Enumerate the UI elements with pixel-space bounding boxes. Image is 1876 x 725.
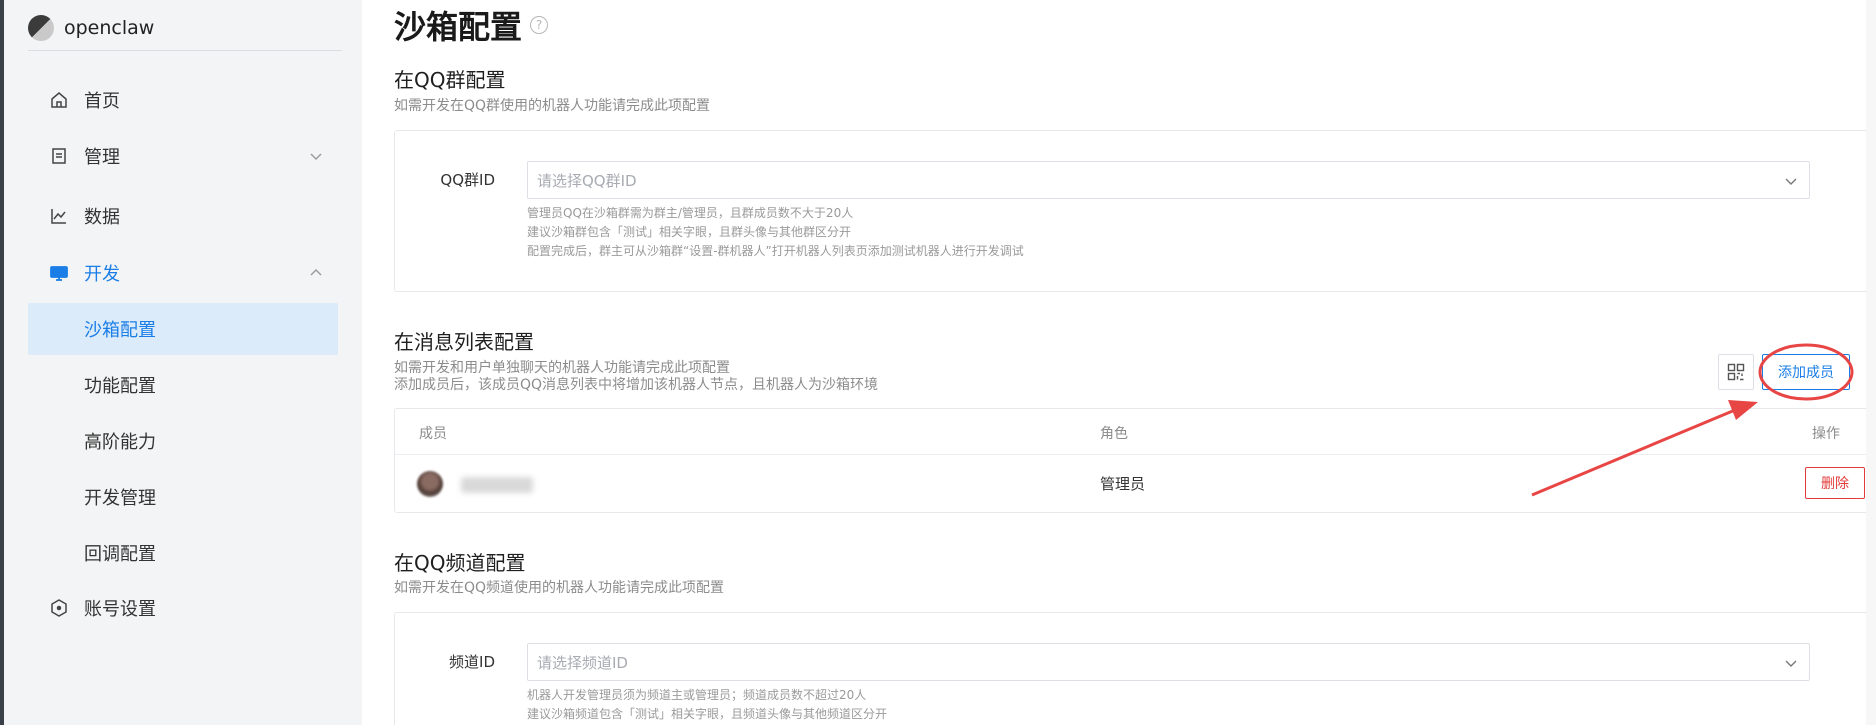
member-table: 成员 角色 操作 管理员 删除: [394, 408, 1876, 513]
sidebar-item-develop[interactable]: 开发: [28, 248, 338, 298]
table-header: 成员 角色 操作: [395, 409, 1876, 455]
chevron-down-icon: [1785, 178, 1797, 185]
group-hint-3: 配置完成后，群主可从沙箱群“设置-群机器人”打开机器人列表页添加测试机器人进行开…: [527, 244, 1024, 258]
sidebar-subitem-label: 回调配置: [84, 544, 156, 565]
sidebar-item-home[interactable]: 首页: [28, 75, 338, 125]
section-desc-message-2: 添加成员后，该成员QQ消息列表中将增加该机器人节点，且机器人为沙箱环境: [394, 377, 879, 393]
sidebar-item-label: 账号设置: [84, 599, 156, 620]
add-member-button[interactable]: 添加成员: [1762, 354, 1850, 390]
page-title: 沙箱配置 ?: [394, 2, 549, 48]
column-member: 成员: [419, 426, 447, 442]
column-role: 角色: [1100, 426, 1128, 442]
section-title-channel: 在QQ频道配置: [394, 551, 526, 575]
section-title-message: 在消息列表配置: [394, 330, 534, 354]
sidebar-subitem-advanced[interactable]: 高阶能力: [28, 415, 338, 467]
group-config-card: QQ群ID 请选择QQ群ID 管理员QQ在沙箱群需为群主/管理员，且群成员数不大…: [394, 130, 1876, 292]
sidebar-subitem-label: 高阶能力: [84, 432, 156, 453]
channel-hint-1: 机器人开发管理员须为频道主或管理员；频道成员数不超过20人: [527, 688, 867, 702]
brand[interactable]: openclaw: [28, 12, 154, 44]
avatar: [417, 471, 443, 497]
sidebar-item-label: 管理: [84, 147, 120, 168]
monitor-icon: [48, 262, 70, 284]
sidebar-item-label: 首页: [84, 91, 120, 112]
brand-name: openclaw: [64, 17, 155, 39]
sidebar-item-label: 数据: [84, 207, 120, 228]
main-content: 沙箱配置 ? 在QQ群配置 如需开发在QQ群使用的机器人功能请完成此项配置 QQ…: [362, 0, 1876, 725]
sidebar-subitem-label: 功能配置: [84, 376, 156, 397]
home-icon: [48, 89, 70, 111]
channel-id-label: 频道ID: [449, 653, 495, 671]
sidebar-subitem-label: 沙箱配置: [84, 320, 156, 341]
qr-code-icon: [1727, 363, 1745, 381]
channel-id-placeholder: 请选择频道ID: [537, 653, 628, 672]
channel-hint-2: 建议沙箱频道包含「测试」相关字眼，且频道头像与其他频道区分开: [527, 707, 888, 721]
help-icon[interactable]: ?: [530, 16, 549, 34]
channel-id-select[interactable]: 请选择频道ID: [527, 643, 1810, 681]
sidebar-subitem-label: 开发管理: [84, 488, 156, 509]
sidebar-subitem-callback[interactable]: 回调配置: [28, 527, 338, 579]
member-name-redacted: [461, 477, 533, 493]
section-desc-message-1: 如需开发和用户单独聊天的机器人功能请完成此项配置: [394, 360, 730, 376]
section-desc-channel: 如需开发在QQ频道使用的机器人功能请完成此项配置: [394, 580, 725, 596]
sidebar-item-manage[interactable]: 管理: [28, 131, 338, 181]
page-title-text: 沙箱配置: [394, 8, 523, 46]
section-desc-group: 如需开发在QQ群使用的机器人功能请完成此项配置: [394, 98, 711, 114]
group-id-label: QQ群ID: [440, 171, 495, 189]
sidebar-item-label: 开发: [84, 264, 120, 285]
chevron-down-icon: [1785, 660, 1797, 667]
section-title-group: 在QQ群配置: [394, 68, 506, 92]
chart-line-icon: [48, 205, 70, 227]
sidebar-subitem-features[interactable]: 功能配置: [28, 359, 338, 411]
sidebar-item-account[interactable]: 账号设置: [28, 583, 338, 633]
document-icon: [48, 145, 70, 167]
sidebar: openclaw 首页 管理 数据 开发 沙箱配置 功能配置 高阶能力 开发管理…: [4, 0, 362, 725]
settings-hex-icon: [48, 597, 70, 619]
member-role: 管理员: [1100, 475, 1146, 493]
brand-logo: [28, 15, 54, 41]
divider: [28, 50, 342, 51]
group-hint-1: 管理员QQ在沙箱群需为群主/管理员，且群成员数不大于20人: [527, 206, 854, 220]
table-row: 管理员 删除: [395, 455, 1876, 513]
chevron-down-icon: [310, 153, 322, 160]
chevron-up-icon: [310, 269, 322, 276]
scroll-edge: [1866, 0, 1876, 725]
group-hint-2: 建议沙箱群包含「测试」相关字眼，且群头像与其他群区分开: [527, 225, 852, 239]
group-id-placeholder: 请选择QQ群ID: [537, 171, 637, 190]
sidebar-subitem-dev-manage[interactable]: 开发管理: [28, 471, 338, 523]
group-id-select[interactable]: 请选择QQ群ID: [527, 161, 1810, 199]
column-action: 操作: [1812, 426, 1840, 442]
qr-code-button[interactable]: [1718, 354, 1754, 390]
delete-button[interactable]: 删除: [1805, 467, 1865, 499]
app-window: openclaw 首页 管理 数据 开发 沙箱配置 功能配置 高阶能力 开发管理…: [0, 0, 1876, 725]
sidebar-item-data[interactable]: 数据: [28, 191, 338, 241]
sidebar-subitem-sandbox[interactable]: 沙箱配置: [28, 303, 338, 355]
channel-config-card: 频道ID 请选择频道ID 机器人开发管理员须为频道主或管理员；频道成员数不超过2…: [394, 612, 1876, 725]
